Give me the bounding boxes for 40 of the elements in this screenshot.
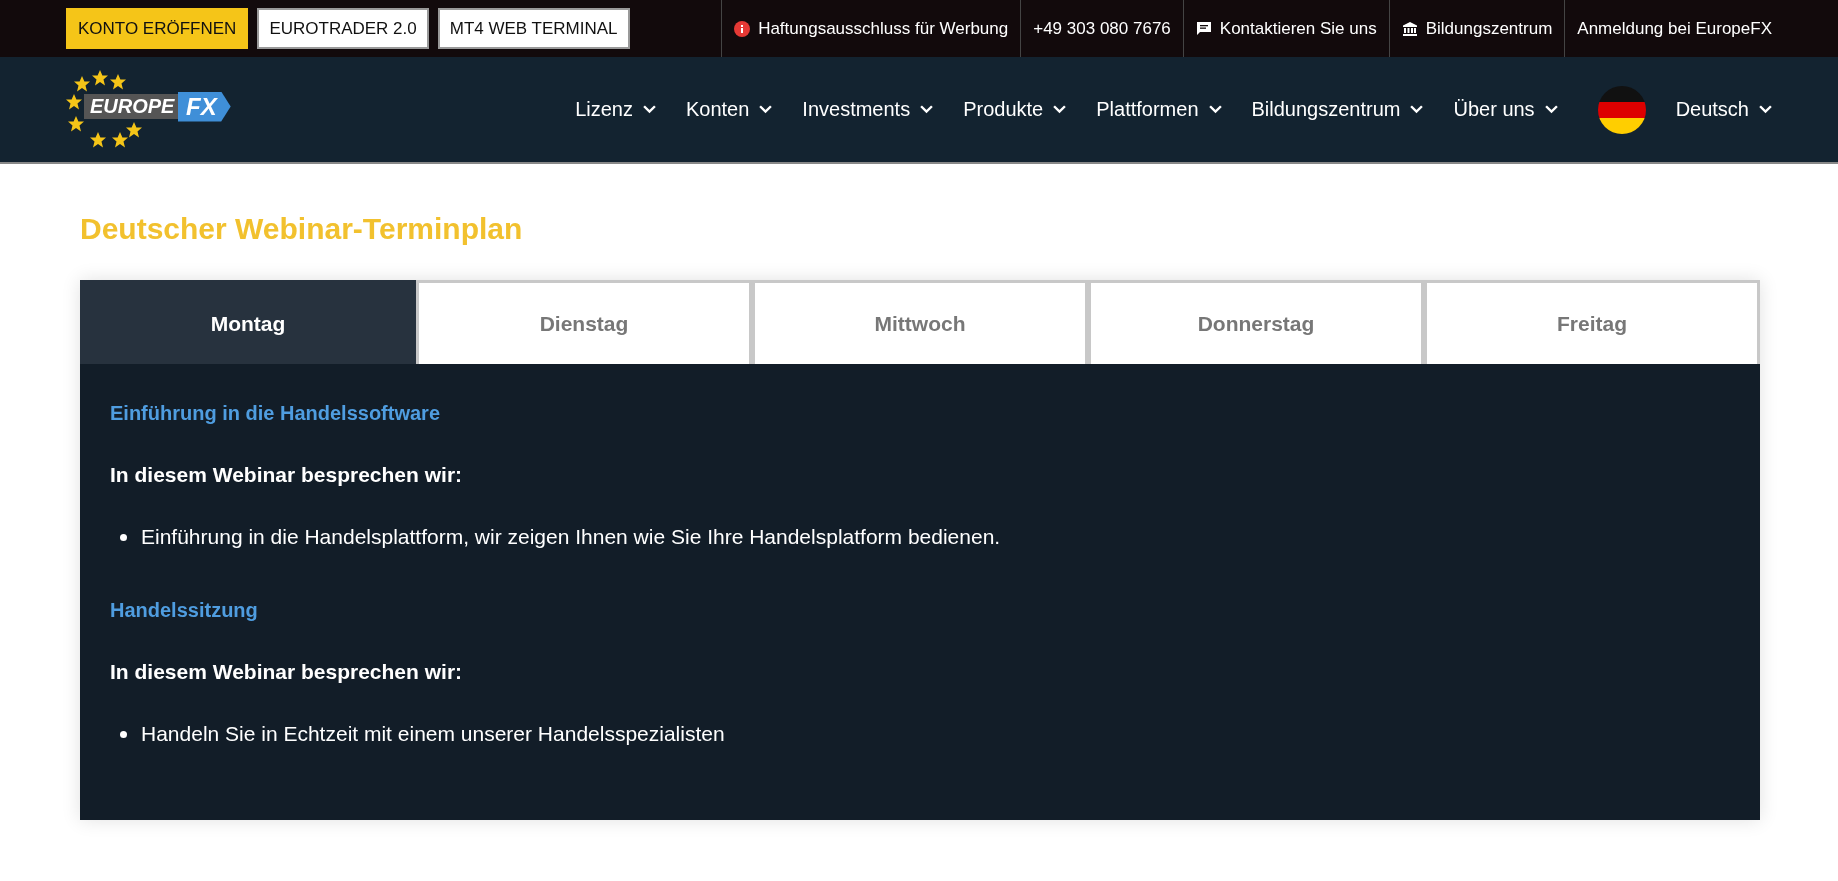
nav-item[interactable]: Bildungszentrum (1251, 98, 1424, 121)
bullet-text: Handeln Sie in Echtzeit mit einem unserer Handelsspezialisten (141, 722, 725, 746)
logo-text: EUROPE (84, 93, 181, 119)
nav-item[interactable]: Konten (685, 98, 773, 121)
info-icon (734, 20, 751, 37)
nav-item[interactable]: Investments (802, 98, 934, 121)
chat-icon (1195, 20, 1212, 37)
day-tab[interactable]: Dienstag (416, 280, 752, 364)
language-selector[interactable]: Deutsch (1675, 98, 1772, 121)
session-intro: In diesem Webinar besprechen wir: (110, 463, 464, 487)
top-link[interactable]: Anmeldung bei EuropeFX (1565, 0, 1772, 57)
chevron-icon (920, 105, 934, 114)
session-title: Einführung in die Handelssoftware (110, 402, 442, 425)
nav-item[interactable]: Lizenz (575, 98, 656, 121)
logo-badge: FX (178, 91, 231, 122)
session-title: Handelssitzung (110, 599, 259, 622)
day-tab[interactable]: Freitag (1424, 280, 1760, 364)
chevron-icon (1410, 105, 1424, 114)
nav-item[interactable]: Produkte (963, 98, 1067, 121)
nav-item[interactable]: Plattformen (1096, 98, 1222, 121)
chevron-icon (1544, 105, 1558, 114)
session-intro: In diesem Webinar besprechen wir: (110, 660, 464, 684)
bullet-dot (120, 730, 127, 738)
day-tab[interactable]: Montag (80, 280, 416, 364)
bullet-dot (120, 533, 127, 541)
chevron-icon (759, 105, 773, 114)
bullet-text: Einführung in die Handelsplattform, wir zeigen Ihnen wie Sie Ihre Handelsplatform bedienen. (141, 525, 1001, 549)
top-button[interactable]: EUROTRADER 2.0 (257, 8, 429, 49)
day-tab[interactable]: Donnerstag (1088, 280, 1424, 364)
chevron-icon (1053, 105, 1067, 114)
chevron-icon (1208, 105, 1222, 114)
flag-icon (1597, 85, 1646, 134)
day-tab[interactable]: Mittwoch (752, 280, 1088, 364)
chevron-icon (642, 105, 656, 114)
chevron-icon (1759, 105, 1772, 114)
top-button[interactable]: KONTO ERÖFFNEN (66, 8, 249, 49)
nav-item[interactable]: Über uns (1453, 98, 1558, 121)
page-title: Deutscher Webinar-Terminplan (80, 212, 524, 246)
top-button[interactable]: MT4 WEB TERMINAL (437, 8, 630, 49)
bank-icon (1401, 20, 1418, 37)
